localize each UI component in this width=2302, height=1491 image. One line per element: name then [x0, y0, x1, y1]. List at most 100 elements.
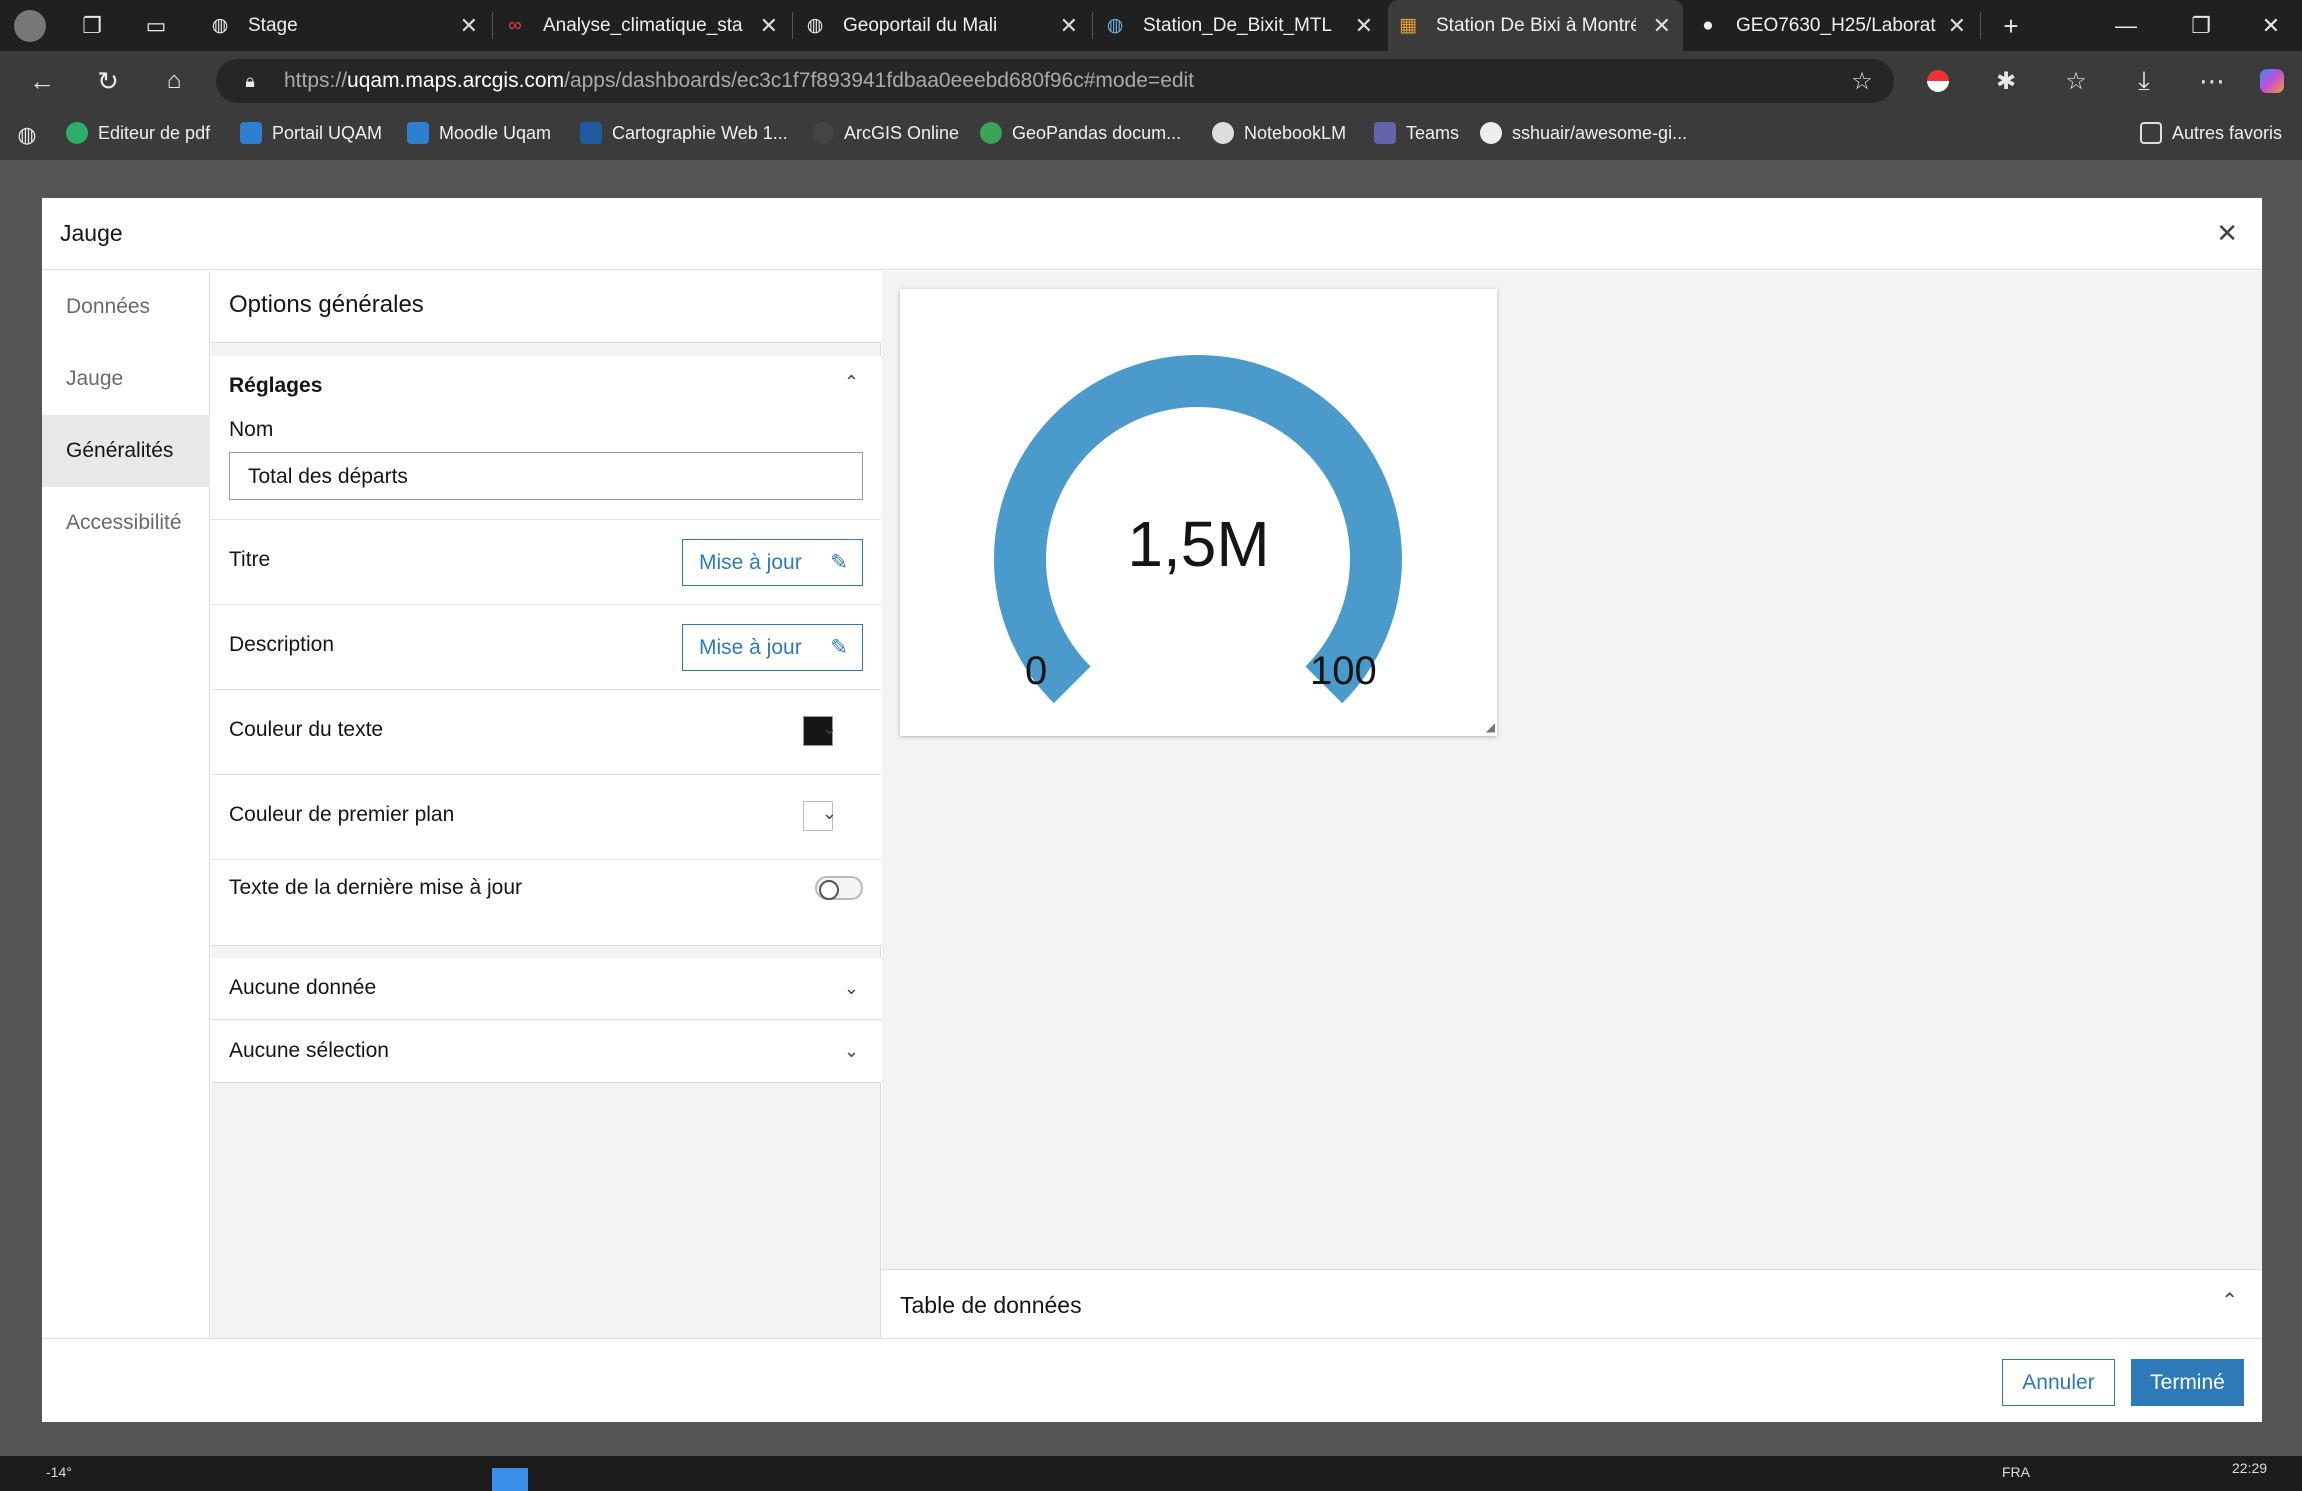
- tab-analyse-climatique[interactable]: ∞ Analyse_climatique_stage ✕: [495, 0, 790, 51]
- tab-stage[interactable]: ◍ Stage ✕: [200, 0, 490, 51]
- close-tab-icon[interactable]: ✕: [1653, 13, 1671, 39]
- gauge-card[interactable]: 1,5M 0 100 ◢: [900, 289, 1497, 736]
- data-table-bar[interactable]: Table de données ⌃: [882, 1269, 2262, 1338]
- settings-panel: Options générales Réglages ⌃ Nom Total d…: [211, 271, 881, 1338]
- title-update-button[interactable]: Mise à jour ✎: [682, 539, 863, 586]
- tab-separator: [1092, 12, 1093, 39]
- close-icon[interactable]: ✕: [2216, 218, 2238, 249]
- url-field[interactable]: 🔒︎ https://uqam.maps.arcgis.com/apps/das…: [216, 59, 1894, 103]
- chevron-down-icon: ⌄: [843, 1041, 859, 1061]
- minimize-icon[interactable]: —: [2110, 10, 2142, 42]
- bookmark-moodle-uqam[interactable]: Moodle Uqam: [407, 122, 551, 144]
- geopandas-icon: [980, 122, 1002, 144]
- nav-item-donnees[interactable]: Données: [42, 271, 210, 343]
- bookmark-awesome-gis[interactable]: sshuair/awesome-gi...: [1480, 122, 1687, 144]
- profile-avatar[interactable]: [14, 10, 46, 42]
- uqam-icon: [407, 122, 429, 144]
- text-color-row: Couleur du texte ⌄: [211, 690, 881, 775]
- nav-item-generalites[interactable]: Généralités: [42, 415, 210, 487]
- home-icon[interactable]: ⌂: [158, 65, 190, 97]
- favorites-icon[interactable]: ☆: [2060, 65, 2092, 97]
- close-tab-icon[interactable]: ✕: [1355, 13, 1373, 39]
- nav-item-accessibilite[interactable]: Accessibilité: [42, 487, 210, 559]
- globe-icon: ◍: [211, 15, 229, 36]
- notebooklm-icon: [1212, 122, 1234, 144]
- gauge-value: 1,5M: [1127, 508, 1270, 580]
- clock-time[interactable]: 22:29: [2232, 1460, 2267, 1476]
- restore-icon[interactable]: ❐: [2185, 10, 2217, 42]
- weather-temperature[interactable]: -14°: [46, 1464, 72, 1480]
- lock-icon: 🔒︎: [245, 70, 255, 91]
- resize-handle-icon[interactable]: ◢: [1486, 720, 1495, 734]
- close-tab-icon[interactable]: ✕: [1948, 13, 1966, 39]
- globe-icon[interactable]: ◍: [14, 122, 40, 148]
- close-tab-icon[interactable]: ✕: [760, 13, 778, 39]
- preview-area: 1,5M 0 100 ◢ Table de données ⌃: [882, 271, 2262, 1338]
- pencil-icon: ✎: [830, 551, 848, 574]
- last-update-toggle[interactable]: [815, 876, 863, 900]
- modal-title: Jauge: [60, 220, 123, 246]
- windows-taskbar: -14° FRA 22:29: [0, 1456, 2302, 1491]
- aucune-donnee-section[interactable]: Aucune donnée ⌄: [211, 958, 881, 1020]
- windows-start-icon[interactable]: [492, 1468, 528, 1491]
- chevron-down-icon[interactable]: ⌄: [822, 718, 837, 739]
- last-update-row: Texte de la dernière mise à jour: [211, 860, 881, 946]
- downloads-icon[interactable]: ⤓: [2128, 65, 2160, 97]
- close-window-icon[interactable]: ✕: [2255, 10, 2287, 42]
- new-tab-icon[interactable]: +: [1995, 10, 2027, 42]
- gauge-max-label: 100: [1310, 649, 1377, 693]
- esri-icon: [580, 122, 602, 144]
- extensions-icon[interactable]: ✱: [1990, 65, 2022, 97]
- cancel-button[interactable]: Annuler: [2002, 1359, 2115, 1406]
- github-icon: [1480, 122, 1502, 144]
- close-tab-icon[interactable]: ✕: [1060, 13, 1078, 39]
- copilot-icon[interactable]: [2256, 65, 2288, 97]
- tab-geo7630[interactable]: ● GEO7630_H25/Laboratoire ✕: [1688, 0, 1978, 51]
- bookmarks-bar: ◍ Editeur de pdf Portail UQAM Moodle Uqa…: [0, 110, 2302, 160]
- nav-item-jauge[interactable]: Jauge: [42, 343, 210, 415]
- config-nav: Données Jauge Généralités Accessibilité: [42, 271, 210, 1338]
- globe-icon: [812, 122, 834, 144]
- tab-separator: [1980, 12, 1981, 39]
- name-input[interactable]: Total des départs: [229, 452, 863, 500]
- description-update-button[interactable]: Mise à jour ✎: [682, 624, 863, 671]
- github-icon: ●: [1702, 14, 1714, 36]
- modal-header: Jauge ✕: [42, 198, 2262, 270]
- close-tab-icon[interactable]: ✕: [460, 13, 478, 39]
- tab-geoportail-mali[interactable]: ◍ Geoportail du Mali ✕: [795, 0, 1090, 51]
- modal-footer: Annuler Terminé: [42, 1338, 2262, 1422]
- tab-separator: [492, 12, 493, 39]
- workspaces-icon[interactable]: ❐: [78, 12, 106, 40]
- refresh-icon[interactable]: ↻: [92, 65, 124, 97]
- pencil-icon: ✎: [830, 636, 848, 659]
- other-bookmarks-folder[interactable]: Autres favoris: [2140, 122, 2282, 144]
- reglages-block: Réglages ⌃ Nom Total des départs Titre M…: [211, 356, 881, 946]
- description-row: Description Mise à jour ✎: [211, 605, 881, 690]
- bookmark-cartographie-web[interactable]: Cartographie Web 1...: [580, 122, 788, 144]
- bookmark-portail-uqam[interactable]: Portail UQAM: [240, 122, 382, 144]
- tab-separator: [792, 12, 793, 39]
- pokeball-extension-icon[interactable]: [1922, 65, 1954, 97]
- tab-station-bixi-montreal[interactable]: ▦ Station De Bixi à Montréal ✕: [1388, 0, 1683, 51]
- favorite-star-icon[interactable]: ☆: [1848, 67, 1876, 95]
- bookmark-pdf-editor[interactable]: Editeur de pdf: [66, 122, 210, 144]
- bookmark-notebooklm[interactable]: NotebookLM: [1212, 122, 1346, 144]
- done-button[interactable]: Terminé: [2131, 1359, 2244, 1406]
- back-icon[interactable]: ←: [26, 65, 58, 97]
- language-indicator[interactable]: FRA: [2002, 1464, 2030, 1480]
- reglages-header[interactable]: Réglages ⌃: [211, 356, 881, 414]
- tab-actions-icon[interactable]: ▭: [142, 12, 170, 40]
- chevron-down-icon: ⌄: [843, 978, 859, 998]
- url-prefix: https://: [284, 69, 348, 92]
- tab-station-bixit[interactable]: ◍ Station_De_Bixit_MTL ✕: [1095, 0, 1385, 51]
- bookmark-teams[interactable]: Teams: [1374, 122, 1459, 144]
- gauge-config-modal: Jauge ✕ Données Jauge Généralités Access…: [42, 198, 2262, 1422]
- bookmark-arcgis-online[interactable]: ArcGIS Online: [812, 122, 959, 144]
- aucune-selection-section[interactable]: Aucune sélection ⌄: [211, 1021, 881, 1083]
- more-menu-icon[interactable]: ⋯: [2196, 65, 2228, 97]
- bookmark-geopandas[interactable]: GeoPandas docum...: [980, 122, 1181, 144]
- chevron-down-icon[interactable]: ⌄: [822, 803, 837, 824]
- pdf-editor-icon: [66, 122, 88, 144]
- section-title: Options générales: [211, 271, 881, 343]
- chevron-up-icon: ⌃: [843, 372, 859, 392]
